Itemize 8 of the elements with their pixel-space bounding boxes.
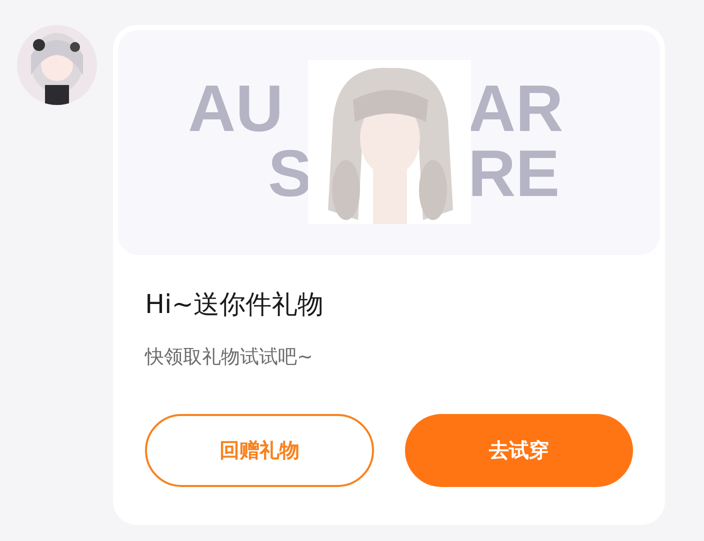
background-lettering: RE <box>468 140 560 206</box>
try-on-button[interactable]: 去试穿 <box>404 414 633 487</box>
subtitle: 快领取礼物试试吧~ <box>145 345 314 370</box>
return-gift-button[interactable]: 回赠礼物 <box>145 414 374 487</box>
background-lettering: S <box>268 140 312 206</box>
title: Hi~送你件礼物 <box>145 289 325 322</box>
background-lettering: AU <box>188 75 284 141</box>
background-lettering: AR <box>468 75 564 141</box>
